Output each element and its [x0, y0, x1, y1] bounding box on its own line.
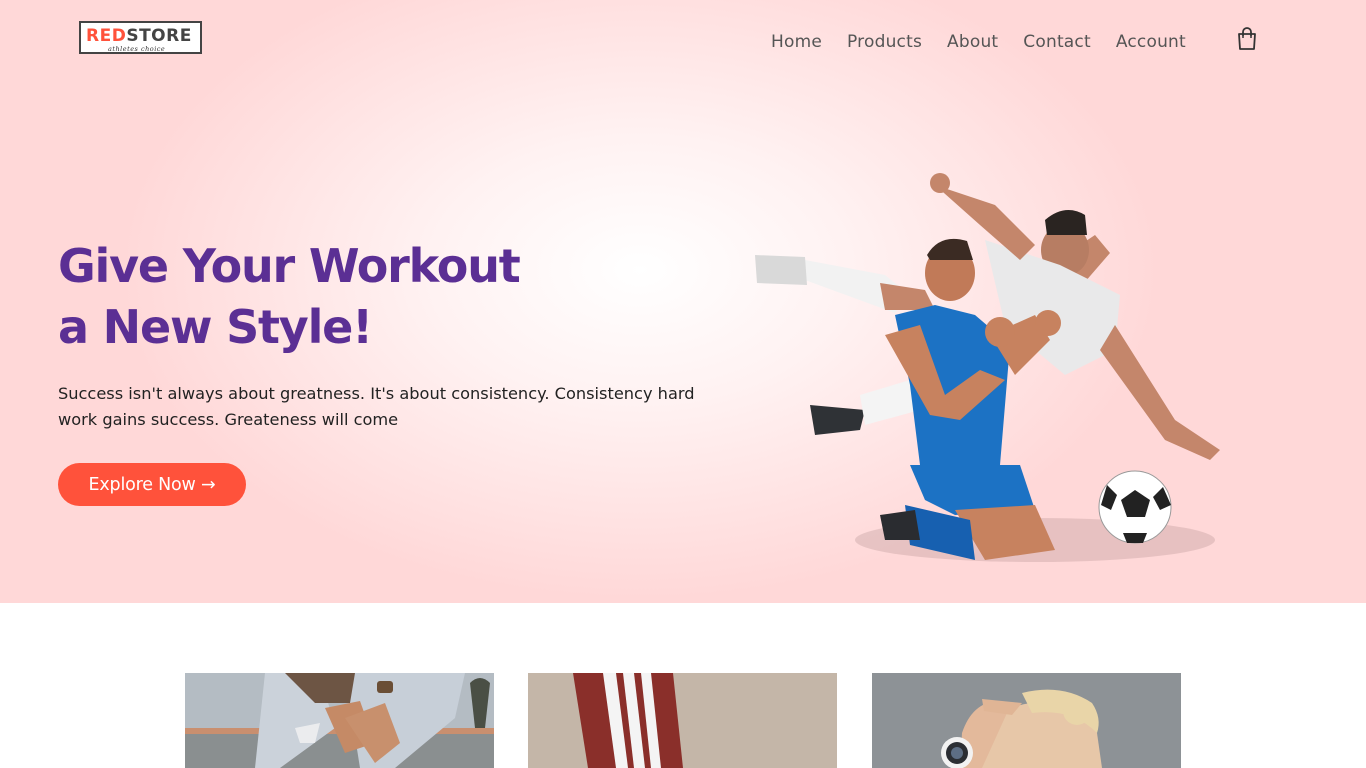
explore-now-button[interactable]: Explore Now → — [58, 463, 246, 506]
track-pants-product-image — [528, 673, 837, 768]
hero-title: Give Your Workout a New Style! — [58, 236, 758, 358]
hero-title-line1: Give Your Workout — [58, 239, 521, 293]
logo[interactable]: REDSTORE athletes choice — [79, 21, 202, 54]
hero-section: REDSTORE athletes choice Home Products A… — [0, 0, 1366, 603]
nav-account[interactable]: Account — [1116, 30, 1186, 54]
logo-text-red: RED — [86, 26, 127, 46]
smartwatch-product-image — [872, 673, 1181, 768]
product-card-1[interactable] — [185, 673, 494, 768]
nav-products[interactable]: Products — [847, 30, 922, 54]
nav-home[interactable]: Home — [771, 30, 822, 54]
shopping-bag-icon[interactable] — [1236, 27, 1258, 51]
product-card-3[interactable] — [872, 673, 1181, 768]
main-nav: Home Products About Contact Account — [771, 30, 1186, 54]
nav-contact[interactable]: Contact — [1023, 30, 1091, 54]
soccer-players-image — [735, 165, 1255, 580]
product-card-2[interactable] — [528, 673, 837, 768]
logo-tagline: athletes choice — [108, 45, 166, 53]
hero-description: Success isn't always about greatness. It… — [58, 384, 695, 429]
logo-text-dark: STORE — [126, 26, 192, 46]
nav-about[interactable]: About — [947, 30, 998, 54]
hero-title-line2: a New Style! — [58, 300, 373, 354]
jeans-and-watch-product-image — [185, 673, 494, 768]
